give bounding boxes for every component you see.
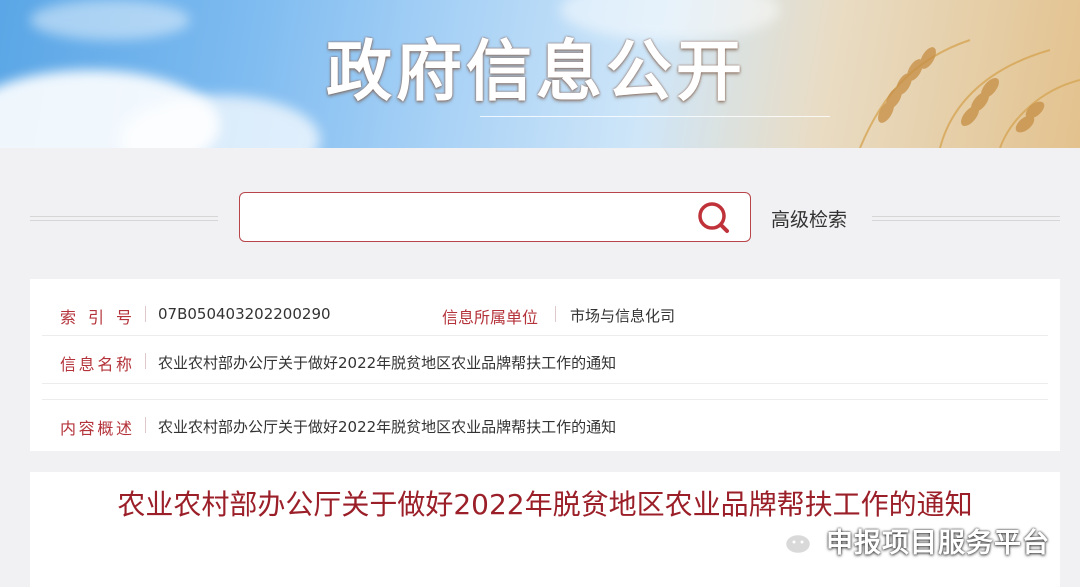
- banner-divider: [480, 116, 830, 117]
- index-label: 索 引 号: [60, 308, 132, 327]
- divider: [145, 417, 146, 433]
- summary-value: 农业农村部办公厅关于做好2022年脱贫地区农业品牌帮扶工作的通知: [158, 418, 617, 436]
- search-icon[interactable]: [696, 201, 732, 235]
- search-deco-line-right: [872, 216, 1060, 221]
- wheat-decoration: [859, 39, 1080, 148]
- unit-value: 市场与信息化司: [570, 307, 676, 325]
- unit-label: 信息所属单位: [442, 308, 539, 327]
- divider: [145, 306, 146, 322]
- article-title: 农业农村部办公厅关于做好2022年脱贫地区农业品牌帮扶工作的通知: [117, 488, 973, 521]
- search-input[interactable]: [250, 201, 674, 235]
- row-divider: [42, 335, 1048, 336]
- info-panel: 索 引 号 07B050403202200290 信息所属单位 市场与信息化司 …: [30, 279, 1060, 451]
- watermark: 申报项目服务平台: [770, 520, 1050, 560]
- wechat-icon: [770, 522, 813, 556]
- search-box: [239, 192, 751, 242]
- index-value: 07B050403202200290: [158, 305, 331, 323]
- row-divider: [42, 383, 1048, 384]
- divider: [145, 353, 146, 369]
- name-value: 农业农村部办公厅关于做好2022年脱贫地区农业品牌帮扶工作的通知: [158, 354, 617, 372]
- row-divider: [42, 399, 1048, 400]
- divider: [555, 306, 556, 322]
- name-label: 信息名称: [60, 355, 132, 374]
- page-banner: 政府信息公开: [0, 0, 1080, 148]
- search-deco-line-left: [30, 216, 218, 221]
- banner-title: 政府信息公开: [326, 33, 746, 110]
- summary-label: 内容概述: [60, 419, 132, 438]
- info-row-name: 信息名称 农业农村部办公厅关于做好2022年脱贫地区农业品牌帮扶工作的通知: [30, 339, 1060, 379]
- cloud-decoration: [30, 0, 190, 40]
- info-row-index: 索 引 号 07B050403202200290 信息所属单位 市场与信息化司: [30, 292, 1060, 332]
- watermark-text: 申报项目服务平台: [826, 527, 1050, 559]
- advanced-search-link[interactable]: 高级检索: [771, 205, 847, 232]
- info-row-summary: 内容概述 农业农村部办公厅关于做好2022年脱贫地区农业品牌帮扶工作的通知: [30, 403, 1060, 443]
